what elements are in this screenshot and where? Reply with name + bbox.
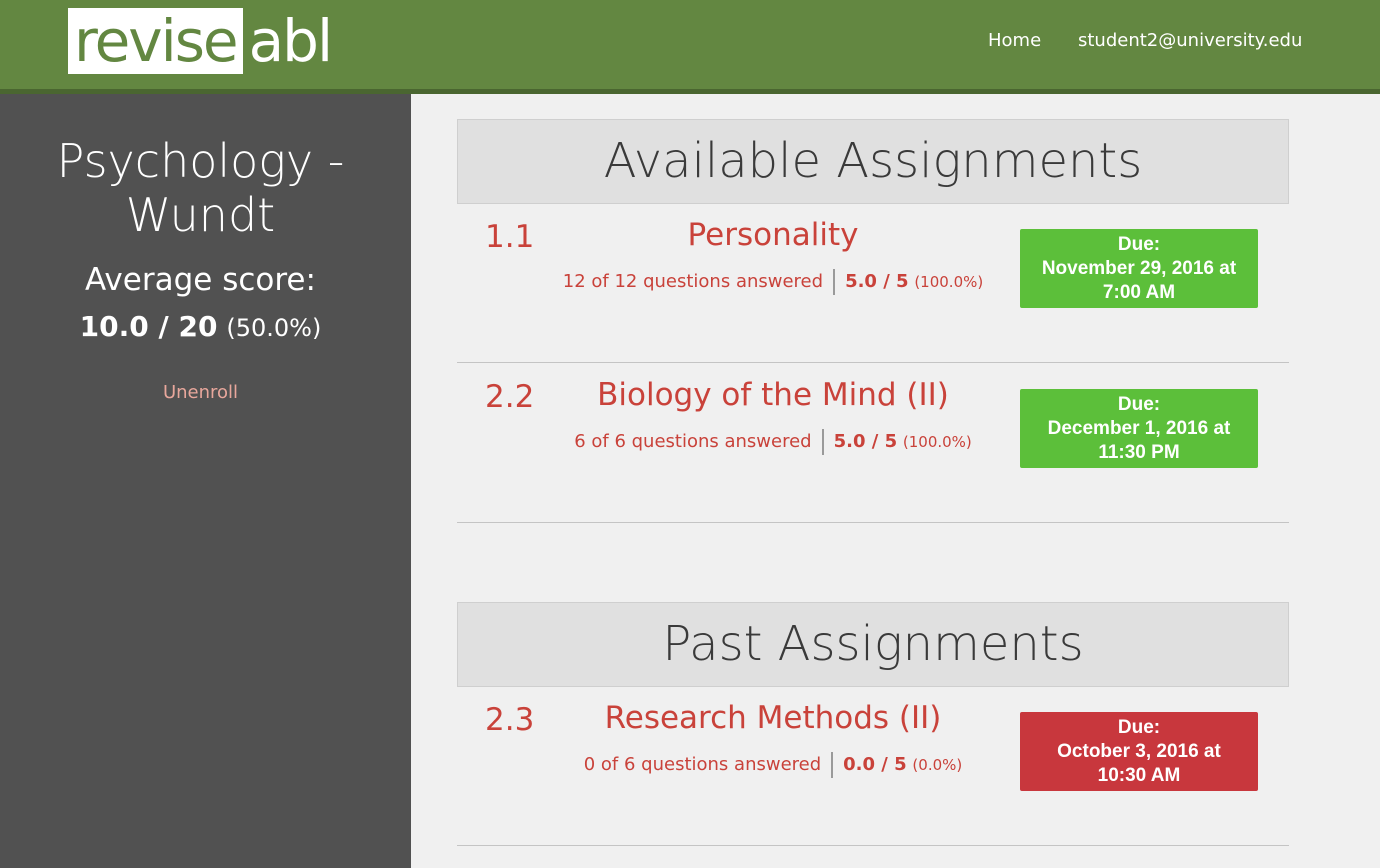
- divider: [833, 269, 836, 295]
- assignment-progress: 6 of 6 questions answered 5.0 / 5 (100.0%…: [517, 429, 1029, 455]
- assignment-progress: 12 of 12 questions answered 5.0 / 5 (100.…: [517, 269, 1029, 295]
- assignment-title-link[interactable]: Personality: [567, 217, 979, 253]
- due-date-badge: Due: November 29, 2016 at 7:00 AM: [1020, 229, 1258, 308]
- top-nav-bar: revise abl Home student2@university.edu: [0, 0, 1380, 94]
- due-date: November 29, 2016 at: [1041, 258, 1237, 279]
- average-score: 10.0 / 20: [79, 310, 218, 343]
- course-sidebar: Psychology - Wundt Average score: 10.0 /…: [0, 94, 411, 868]
- due-label: Due:: [1117, 234, 1161, 255]
- due-date-badge: Due: October 3, 2016 at 10:30 AM: [1020, 712, 1258, 791]
- app-logo[interactable]: revise abl: [68, 7, 333, 75]
- assignment-row: 2.2 Biology of the Mind (II) 6 of 6 ques…: [457, 363, 1289, 523]
- assignment-title-link[interactable]: Biology of the Mind (II): [567, 377, 979, 413]
- course-title: Psychology - Wundt: [56, 134, 345, 242]
- average-score-percent: (50.0%): [226, 314, 322, 342]
- due-date: October 3, 2016 at: [1057, 741, 1221, 762]
- due-time: 11:30 PM: [1098, 442, 1180, 463]
- assignment-title-link[interactable]: Research Methods (II): [567, 700, 979, 736]
- due-date-badge: Due: December 1, 2016 at 11:30 PM: [1020, 389, 1258, 468]
- assignment-score: 5.0 / 5: [833, 431, 898, 452]
- questions-answered: 12 of 12 questions answered: [562, 271, 824, 292]
- divider: [831, 752, 834, 778]
- average-score-value: 10.0 / 20 (50.0%): [0, 310, 401, 343]
- assignment-row: 1.1 Personality 12 of 12 questions answe…: [457, 203, 1289, 363]
- available-assignments-heading: Available Assignments: [457, 119, 1289, 204]
- assignment-score-percent: (100.0%): [902, 433, 972, 451]
- assignment-row: 2.3 Research Methods (II) 0 of 6 questio…: [457, 686, 1289, 846]
- questions-answered: 0 of 6 questions answered: [583, 754, 822, 775]
- assignment-number: 2.2: [485, 379, 535, 415]
- due-label: Due:: [1117, 717, 1161, 738]
- divider: [821, 429, 824, 455]
- due-time: 7:00 AM: [1102, 282, 1176, 303]
- past-assignments-heading: Past Assignments: [457, 602, 1289, 687]
- unenroll-link[interactable]: Unenroll: [0, 382, 401, 403]
- assignment-score: 5.0 / 5: [845, 271, 909, 292]
- due-label: Due:: [1117, 394, 1161, 415]
- logo-text-secondary: abl: [248, 7, 333, 75]
- average-score-label: Average score:: [85, 262, 316, 298]
- nav-user-link[interactable]: student2@university.edu: [1078, 30, 1302, 51]
- due-date: December 1, 2016 at: [1047, 418, 1231, 439]
- assignment-score-percent: (0.0%): [912, 756, 963, 774]
- assignment-number: 1.1: [485, 219, 535, 255]
- assignment-number: 2.3: [485, 702, 535, 738]
- assignment-score-percent: (100.0%): [914, 273, 984, 291]
- due-time: 10:30 AM: [1097, 765, 1181, 786]
- questions-answered: 6 of 6 questions answered: [574, 431, 812, 452]
- nav-home-link[interactable]: Home: [988, 30, 1041, 51]
- assignment-score: 0.0 / 5: [843, 754, 907, 775]
- assignment-progress: 0 of 6 questions answered 0.0 / 5 (0.0%): [517, 752, 1029, 778]
- logo-text-primary: revise: [68, 8, 243, 74]
